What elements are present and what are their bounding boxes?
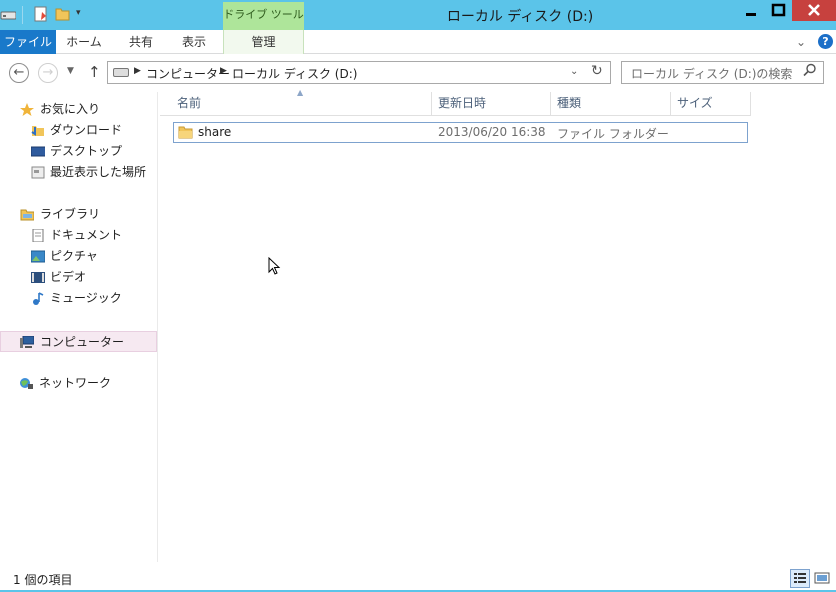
nav-item-videos[interactable]: ビデオ [0, 267, 157, 288]
nav-item-computer[interactable]: コンピューター [0, 331, 157, 352]
window-title: ローカル ディスク (D:) [446, 9, 594, 25]
file-type: ファイル フォルダー [557, 127, 669, 141]
column-header-type[interactable]: 種類 [551, 92, 671, 116]
up-icon[interactable]: ↑ [88, 63, 101, 81]
breadcrumb-arrow-icon[interactable]: ▶ [220, 66, 227, 76]
breadcrumb-computer[interactable]: コンピューター [146, 65, 230, 82]
help-icon[interactable]: ? [818, 34, 833, 49]
back-button[interactable]: ← [9, 63, 29, 83]
music-icon [33, 292, 44, 305]
desktop-icon [31, 146, 45, 157]
pictures-icon [31, 250, 45, 263]
large-icons-view-icon [814, 572, 830, 584]
details-view-icon [794, 573, 806, 583]
nav-label: ライブラリ [40, 207, 101, 221]
breadcrumb-local-disk[interactable]: ローカル ディスク (D:) [232, 65, 357, 82]
nav-item-pictures[interactable]: ピクチャ [0, 246, 157, 267]
large-icons-view-button[interactable] [813, 569, 831, 588]
mouse-cursor-icon [268, 257, 281, 275]
documents-icon [32, 229, 44, 242]
column-header-modified[interactable]: 更新日時 [432, 92, 551, 116]
refresh-icon[interactable]: ↻ [591, 63, 603, 79]
properties-icon[interactable] [33, 6, 49, 22]
nav-item-desktop[interactable]: デスクトップ [0, 141, 157, 162]
close-icon [808, 4, 820, 16]
back-icon: ← [13, 65, 25, 80]
maximize-button[interactable] [765, 0, 792, 21]
nav-item-downloads[interactable]: ダウンロード [0, 120, 157, 141]
close-button[interactable] [792, 0, 836, 21]
minimize-button[interactable] [737, 0, 765, 21]
videos-icon [31, 272, 45, 283]
nav-label: ビデオ [50, 270, 87, 284]
nav-label: ダウンロード [50, 123, 123, 137]
nav-label: コンピューター [40, 335, 125, 349]
customize-qat-icon[interactable]: ▾ [76, 8, 81, 18]
nav-label: ネットワーク [39, 376, 112, 390]
file-modified: 2013/06/20 16:38 [438, 125, 546, 139]
network-icon [20, 378, 33, 389]
drive-icon[interactable] [0, 8, 16, 24]
address-dropdown-icon[interactable]: ⌄ [570, 66, 578, 77]
file-name[interactable]: share [198, 125, 231, 139]
downloads-folder-icon [31, 126, 44, 136]
search-icon[interactable] [803, 63, 817, 77]
tab-share[interactable]: 共有 [114, 30, 168, 54]
nav-label: ドキュメント [50, 228, 123, 242]
nav-item-documents[interactable]: ドキュメント [0, 225, 157, 246]
nav-item-libraries[interactable]: ライブラリ [0, 204, 157, 225]
new-folder-icon[interactable] [55, 6, 71, 22]
search-placeholder: ローカル ディスク (D:)の検索 [631, 67, 793, 81]
drive-icon [113, 68, 129, 77]
column-header-size[interactable]: サイズ [671, 92, 751, 116]
item-count: 1 個の項目 [13, 573, 73, 587]
breadcrumb-arrow-icon[interactable]: ▶ [134, 66, 141, 76]
tab-home[interactable]: ホーム [58, 30, 110, 54]
nav-item-network[interactable]: ネットワーク [0, 373, 157, 394]
computer-icon [20, 336, 34, 348]
maximize-icon [771, 3, 786, 17]
forward-icon: → [42, 65, 54, 80]
library-icon [20, 209, 34, 221]
folder-icon [178, 126, 193, 139]
nav-label: 最近表示した場所 [50, 165, 147, 179]
nav-label: お気に入り [40, 102, 101, 116]
tab-manage[interactable]: 管理 [223, 30, 304, 54]
star-icon [20, 103, 34, 116]
nav-item-music[interactable]: ミュージック [0, 288, 157, 309]
nav-item-favorites[interactable]: お気に入り [0, 99, 157, 120]
nav-label: ピクチャ [50, 249, 98, 263]
context-tab-header: ドライブ ツール [223, 2, 304, 30]
status-bar [0, 566, 836, 592]
nav-label: デスクトップ [50, 144, 123, 158]
column-header-name[interactable]: 名前 [171, 92, 432, 116]
recent-locations-icon[interactable]: ▼ [67, 66, 74, 76]
ribbon-expand-icon[interactable]: ⌄ [796, 35, 806, 49]
tab-view[interactable]: 表示 [168, 30, 220, 54]
nav-item-recent[interactable]: 最近表示した場所 [0, 162, 157, 183]
toolbar-divider [22, 6, 23, 24]
forward-button[interactable]: → [38, 63, 58, 83]
details-view-button[interactable] [790, 569, 810, 588]
tab-file[interactable]: ファイル [0, 30, 56, 54]
minimize-icon [746, 13, 756, 16]
recent-places-icon [31, 166, 45, 179]
nav-label: ミュージック [50, 291, 122, 305]
